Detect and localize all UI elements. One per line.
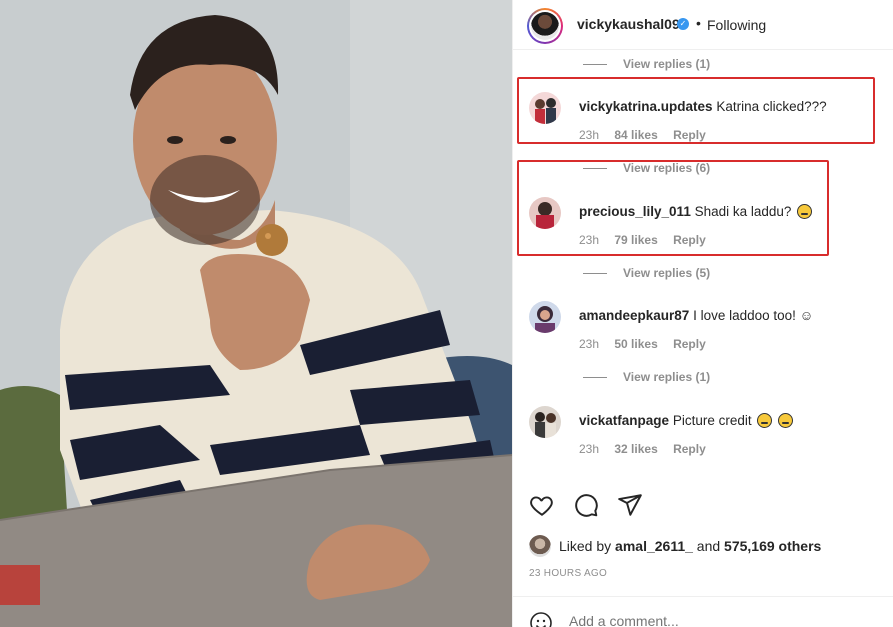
liked-by-prefix: Liked by [559, 538, 612, 554]
view-replies-label: View replies (5) [623, 266, 711, 280]
add-comment-bar [513, 596, 893, 627]
view-replies-link[interactable]: View replies (1) [583, 370, 710, 384]
post-actions [529, 492, 643, 518]
commenter-username[interactable]: vickatfanpage [579, 413, 669, 428]
liked-by-and: and [696, 538, 721, 554]
comment-meta: 23h 79 likes Reply [579, 233, 718, 247]
reply-button[interactable]: Reply [673, 337, 706, 351]
following-button[interactable]: Following [707, 17, 766, 33]
commenter-avatar[interactable] [529, 406, 561, 438]
reply-button[interactable]: Reply [673, 128, 706, 142]
comment-text: precious_lily_011 Shadi ka laddu? [579, 203, 813, 221]
comment-item: amandeepkaur87 I love laddoo too! ☺ 23h … [513, 301, 893, 361]
liked-by: Liked by amal_2611_ and 575,169 others [529, 535, 821, 557]
author-avatar[interactable] [527, 8, 563, 44]
comment-likes[interactable]: 50 likes [614, 337, 657, 351]
verified-icon: ✓ [677, 18, 689, 30]
anxious-face-emoji-icon [778, 413, 794, 428]
separator-dot: • [696, 15, 701, 31]
view-replies-link[interactable]: View replies (1) [583, 57, 710, 71]
comment-text: vickykatrina.updates Katrina clicked??? [579, 98, 827, 116]
comment-body: Katrina clicked??? [716, 99, 827, 114]
view-replies-label: View replies (1) [623, 370, 711, 384]
liker-avatar[interactable] [529, 535, 551, 557]
liker-username[interactable]: amal_2611_ [615, 538, 693, 554]
comment-meta: 23h 50 likes Reply [579, 337, 718, 351]
replies-line [583, 63, 607, 65]
comment-item: vickatfanpage Picture credit 23h 32 like… [513, 406, 893, 466]
comment-icon[interactable] [573, 492, 599, 518]
reply-button[interactable]: Reply [673, 233, 706, 247]
commenter-username[interactable]: vickykatrina.updates [579, 99, 713, 114]
comment-body: Picture credit [672, 413, 752, 428]
post-timestamp[interactable]: 23 HOURS AGO [529, 568, 607, 579]
replies-line [583, 376, 607, 378]
flushed-emoji-icon [797, 204, 813, 219]
instagram-post: vickykaushal09 ✓ • Following View replie… [0, 0, 893, 627]
comment-time[interactable]: 23h [579, 233, 599, 247]
likes-count[interactable]: 575,169 others [724, 538, 821, 554]
comment-item: vickykatrina.updates Katrina clicked??? … [513, 92, 893, 152]
commenter-avatar[interactable] [529, 197, 561, 229]
comment-meta: 23h 32 likes Reply [579, 442, 718, 456]
comment-text: vickatfanpage Picture credit [579, 412, 794, 430]
heart-icon[interactable] [529, 492, 555, 518]
comments-panel: vickykaushal09 ✓ • Following View replie… [512, 0, 893, 627]
view-replies-link[interactable]: View replies (5) [583, 266, 710, 280]
comment-body: Shadi ka laddu? [694, 204, 792, 219]
comment-time[interactable]: 23h [579, 128, 599, 142]
post-photo[interactable] [0, 0, 512, 627]
comment-meta: 23h 84 likes Reply [579, 128, 718, 142]
upside-down-face-emoji-icon [757, 413, 773, 428]
view-replies-label: View replies (1) [623, 57, 711, 71]
emoji-picker-icon[interactable] [529, 611, 553, 627]
reply-button[interactable]: Reply [673, 442, 706, 456]
commenter-username[interactable]: amandeepkaur87 [579, 308, 689, 323]
post-header: vickykaushal09 ✓ • Following [513, 0, 893, 50]
comment-likes[interactable]: 32 likes [614, 442, 657, 456]
comment-item: precious_lily_011 Shadi ka laddu? 23h 79… [513, 197, 893, 257]
post-image [0, 0, 512, 627]
add-comment-input[interactable] [569, 613, 829, 627]
share-icon[interactable] [617, 492, 643, 518]
comment-time[interactable]: 23h [579, 442, 599, 456]
replies-line [583, 272, 607, 274]
comment-likes[interactable]: 84 likes [614, 128, 657, 142]
commenter-avatar[interactable] [529, 301, 561, 333]
commenter-username[interactable]: precious_lily_011 [579, 204, 691, 219]
author-username[interactable]: vickykaushal09 [577, 16, 680, 32]
commenter-avatar[interactable] [529, 92, 561, 124]
comment-text: amandeepkaur87 I love laddoo too! ☺ [579, 307, 813, 325]
comment-time[interactable]: 23h [579, 337, 599, 351]
comment-likes[interactable]: 79 likes [614, 233, 657, 247]
comment-body: I love laddoo too! ☺ [693, 308, 814, 323]
